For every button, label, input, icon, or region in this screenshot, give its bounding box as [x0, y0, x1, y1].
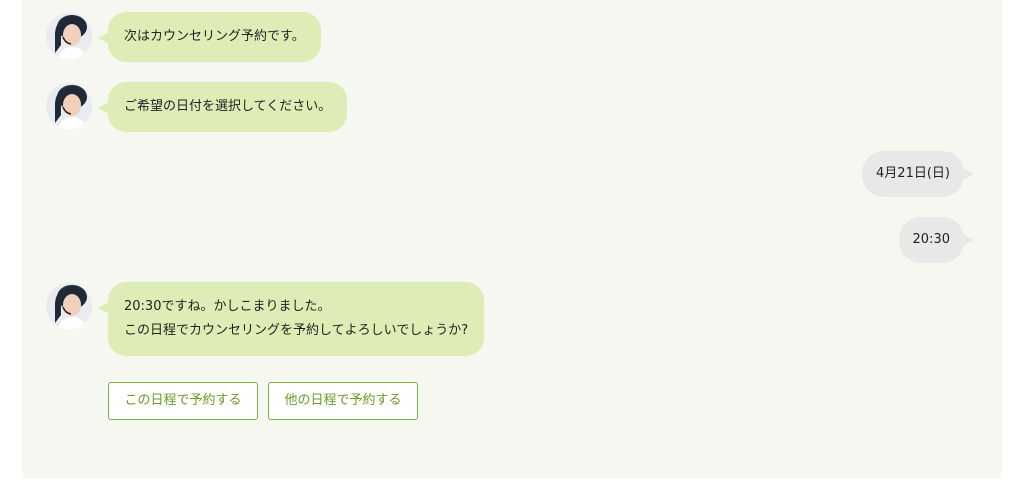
bot-message-bubble: 次はカウンセリング予約です。	[98, 12, 321, 62]
operator-avatar-icon	[46, 283, 92, 329]
message-text: ご希望の日付を選択してください。	[124, 99, 332, 114]
message-text: 4月21日(日)	[876, 166, 950, 181]
user-message-bubble: 20:30	[898, 217, 975, 263]
chat-panel: 次はカウンセリング予約です。 ご希望の日付を選択してください。 4月21日(日)…	[22, 0, 1002, 478]
operator-avatar-icon	[46, 83, 92, 129]
choose-other-date-button[interactable]: 他の日程で予約する	[268, 382, 418, 420]
user-message-bubble: 4月21日(日)	[862, 151, 974, 197]
operator-avatar-icon	[46, 13, 92, 59]
confirm-reservation-button[interactable]: この日程で予約する	[108, 382, 258, 420]
message-text: 20:30ですね。かしこまりました。	[124, 299, 331, 314]
bot-message-bubble: ご希望の日付を選択してください。	[97, 82, 348, 132]
message-text: この日程でカウンセリングを予約してよろしいでしょうか?	[124, 323, 469, 338]
message-text: 次はカウンセリング予約です。	[124, 29, 305, 44]
message-text: 20:30	[912, 232, 950, 247]
bot-message-bubble: 20:30ですね。かしこまりました。 この日程でカウンセリングを予約してよろしい…	[97, 282, 485, 356]
